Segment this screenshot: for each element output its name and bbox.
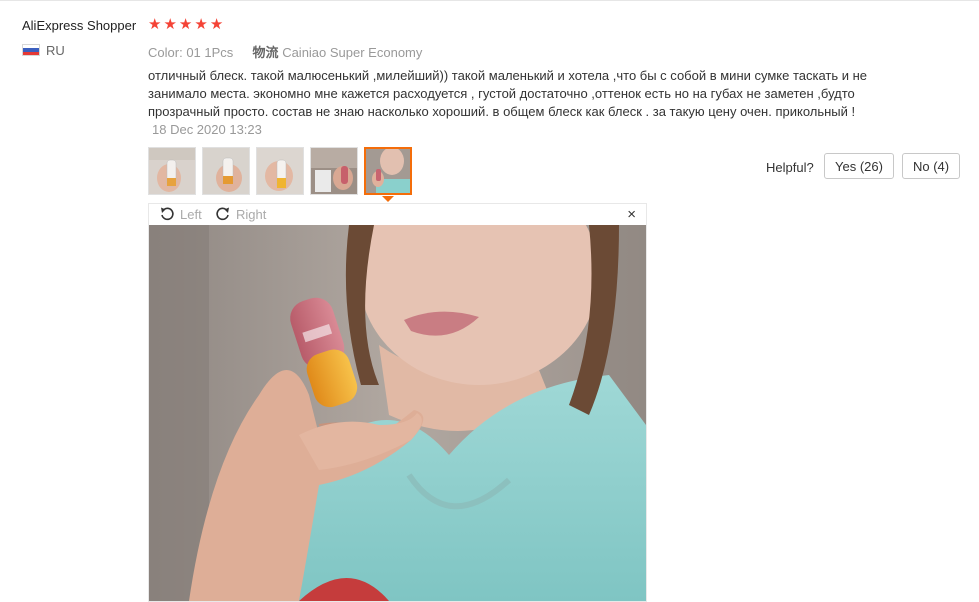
thumbnail-photo-2[interactable] xyxy=(202,147,250,195)
star-icon: ★ xyxy=(148,16,162,33)
reviewer-name: AliExpress Shopper xyxy=(22,18,137,33)
rotate-right-icon xyxy=(216,207,229,221)
review-text: отличный блеск. такой малюсенький ,милей… xyxy=(148,68,868,119)
close-icon[interactable]: × xyxy=(627,204,636,225)
rotate-left-label: Left xyxy=(180,206,202,222)
rotate-right-button[interactable]: Right xyxy=(215,206,266,222)
thumbnail-photo-4[interactable] xyxy=(310,147,358,195)
star-icon: ★ xyxy=(209,16,224,33)
thumbnail-photo-5[interactable] xyxy=(364,147,412,195)
helpful-yes-button[interactable]: Yes (26) xyxy=(824,153,894,179)
star-icon: ★ xyxy=(178,16,193,33)
helpful-label: Helpful? xyxy=(766,160,814,175)
ru-flag-icon xyxy=(22,44,40,56)
helpful-no-button[interactable]: No (4) xyxy=(902,153,961,179)
rotate-left-button[interactable]: Left xyxy=(159,206,202,222)
review-photo xyxy=(149,225,646,601)
rating-stars: ★ ★ ★ ★ ★ xyxy=(148,16,223,34)
color-value: 01 1Pcs xyxy=(186,45,234,60)
shipping-label: 物流 xyxy=(252,45,279,60)
thumbnail-photo-1[interactable] xyxy=(148,147,196,195)
review-date: 18 Dec 2020 13:23 xyxy=(152,122,262,137)
star-icon: ★ xyxy=(194,16,208,33)
photo-thumbnails xyxy=(148,147,412,195)
thumbnail-photo-3[interactable] xyxy=(256,147,304,195)
color-label: Color: xyxy=(148,45,183,60)
order-info: Color: 01 1Pcs 物流 Cainiao Super Economy xyxy=(148,42,422,61)
viewer-toolbar: Left Right × xyxy=(149,204,646,225)
reviewer-country: RU xyxy=(46,43,65,58)
shipping-value: Cainiao Super Economy xyxy=(282,45,423,60)
star-icon: ★ xyxy=(163,16,177,33)
rotate-right-label: Right xyxy=(236,206,267,222)
active-thumbnail-indicator xyxy=(382,196,394,202)
rotate-left-icon xyxy=(161,207,174,221)
top-divider xyxy=(0,0,979,1)
photo-viewer: Left Right × xyxy=(148,203,647,602)
review-text-block: отличный блеск. такой малюсенький ,милей… xyxy=(148,67,868,139)
